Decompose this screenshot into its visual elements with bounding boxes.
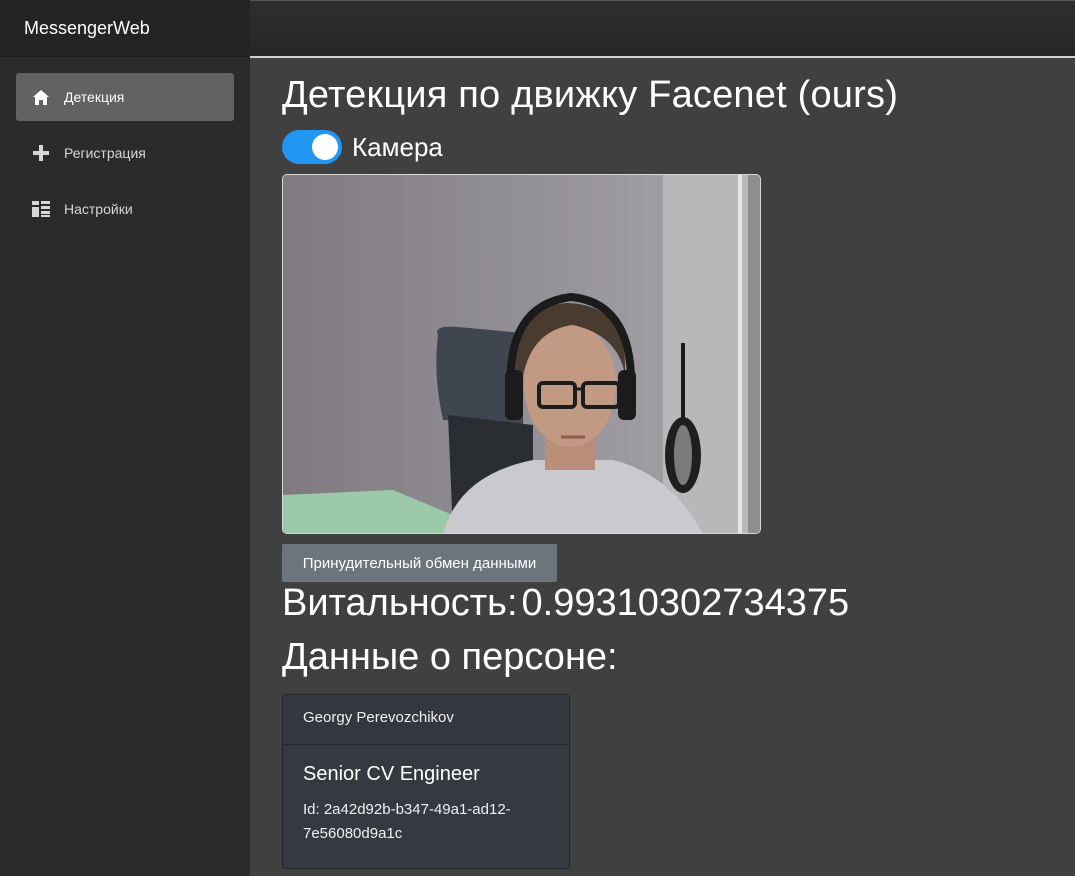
- vitality-value: 0.99310302734375: [521, 582, 850, 624]
- camera-toggle[interactable]: [282, 130, 342, 164]
- person-id: Id: 2a42d92b-b347-49a1-ad12-7e56080d9a1c: [303, 801, 511, 842]
- camera-toggle-row: Камера: [282, 130, 443, 164]
- force-exchange-button[interactable]: Принудительный обмен данными: [282, 544, 557, 582]
- person-card-body: Senior CV Engineer Id: 2a42d92b-b347-49a…: [283, 745, 569, 846]
- sidebar: MessengerWeb Детекция Регистрация Настро…: [0, 0, 250, 876]
- dashboard-icon: [32, 200, 50, 218]
- sidebar-item-label: Детекция: [64, 89, 125, 105]
- camera-frame-image: [283, 175, 760, 533]
- person-name: Georgy Perevozchikov: [283, 695, 569, 745]
- page-title: Детекция по движку Facenet (ours): [282, 74, 899, 116]
- vitality-label: Витальность:: [282, 582, 518, 624]
- sidebar-item-detection[interactable]: Детекция: [16, 73, 234, 121]
- sidebar-item-label: Регистрация: [64, 145, 146, 161]
- person-card: Georgy Perevozchikov Senior CV Engineer …: [282, 694, 570, 869]
- toggle-knob: [312, 134, 338, 160]
- camera-feed: [282, 174, 761, 534]
- person-position: Senior CV Engineer: [303, 763, 480, 785]
- person-data-heading: Данные о персоне:: [282, 636, 618, 678]
- sidebar-nav: Детекция Регистрация Настройки: [0, 57, 250, 233]
- vitality-readout: Витальность: 0.99310302734375: [282, 582, 849, 625]
- plus-icon: [32, 144, 50, 162]
- app-title[interactable]: MessengerWeb: [0, 0, 250, 57]
- top-bar: [250, 0, 1075, 58]
- camera-toggle-label: Камера: [352, 131, 443, 162]
- sidebar-item-registration[interactable]: Регистрация: [16, 129, 234, 177]
- sidebar-item-settings[interactable]: Настройки: [16, 185, 234, 233]
- sidebar-item-label: Настройки: [64, 201, 133, 217]
- home-icon: [32, 88, 50, 106]
